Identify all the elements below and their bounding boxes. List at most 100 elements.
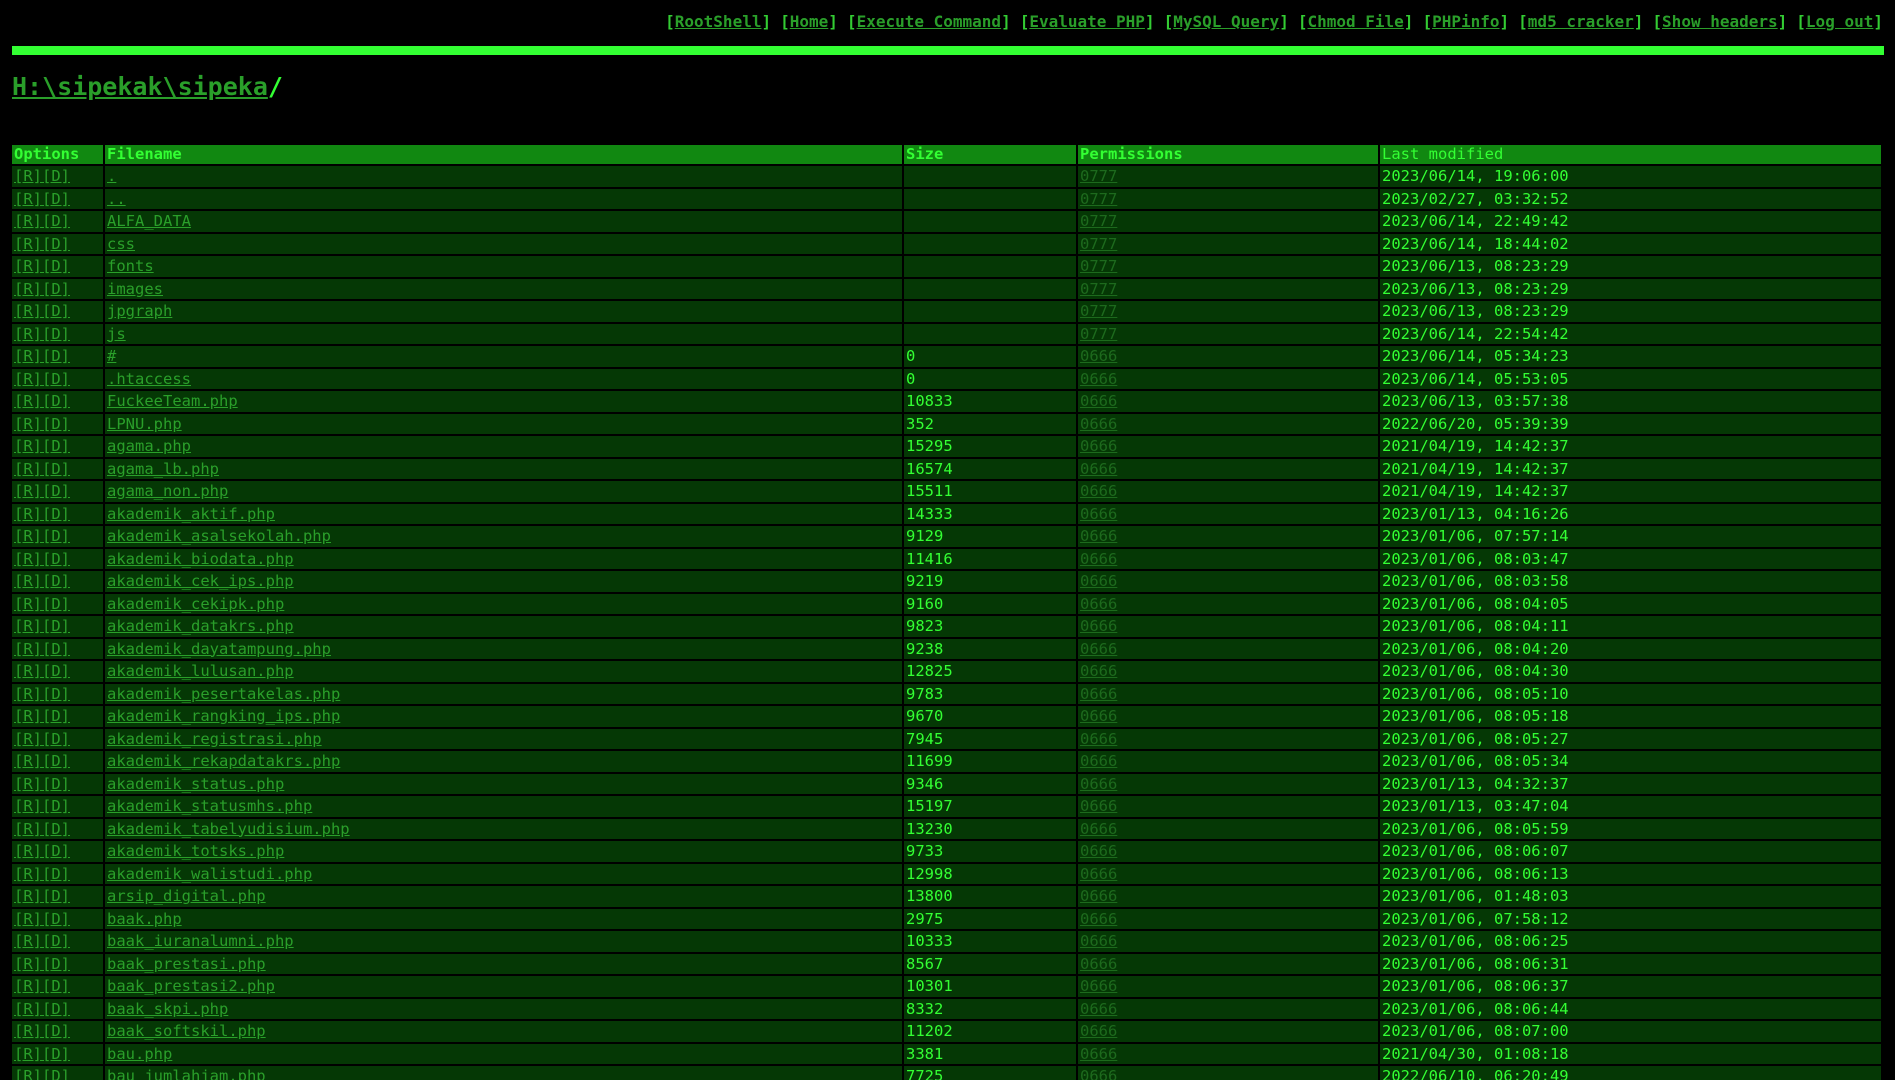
permissions-link[interactable]: 0666	[1080, 572, 1117, 590]
rename-delete-link[interactable]: [R][D]	[14, 977, 70, 995]
rename-delete-link[interactable]: [R][D]	[14, 1000, 70, 1018]
filename-link[interactable]: baak_iuranalumni.php	[107, 932, 294, 950]
permissions-link[interactable]: 0666	[1080, 932, 1117, 950]
permissions-link[interactable]: 0666	[1080, 617, 1117, 635]
rename-delete-link[interactable]: [R][D]	[14, 347, 70, 365]
rename-delete-link[interactable]: [R][D]	[14, 932, 70, 950]
rename-delete-link[interactable]: [R][D]	[14, 212, 70, 230]
permissions-link[interactable]: 0777	[1080, 235, 1117, 253]
nav-link-execute-command[interactable]: Execute Command	[857, 12, 1002, 31]
rename-delete-link[interactable]: [R][D]	[14, 415, 70, 433]
filename-link[interactable]: akademik_cek_ips.php	[107, 572, 294, 590]
filename-link[interactable]: baak.php	[107, 910, 182, 928]
rename-delete-link[interactable]: [R][D]	[14, 707, 70, 725]
rename-delete-link[interactable]: [R][D]	[14, 482, 70, 500]
permissions-link[interactable]: 0666	[1080, 415, 1117, 433]
nav-link-phpinfo[interactable]: PHPinfo	[1432, 12, 1499, 31]
filename-link[interactable]: css	[107, 235, 135, 253]
permissions-link[interactable]: 0777	[1080, 280, 1117, 298]
rename-delete-link[interactable]: [R][D]	[14, 437, 70, 455]
permissions-link[interactable]: 0666	[1080, 550, 1117, 568]
filename-link[interactable]: akademik_lulusan.php	[107, 662, 294, 680]
filename-link[interactable]: baak_skpi.php	[107, 1000, 228, 1018]
rename-delete-link[interactable]: [R][D]	[14, 190, 70, 208]
filename-link[interactable]: baak_prestasi2.php	[107, 977, 275, 995]
permissions-link[interactable]: 0666	[1080, 685, 1117, 703]
nav-link-chmod-file[interactable]: Chmod File	[1307, 12, 1403, 31]
permissions-link[interactable]: 0666	[1080, 752, 1117, 770]
permissions-link[interactable]: 0666	[1080, 730, 1117, 748]
permissions-link[interactable]: 0777	[1080, 302, 1117, 320]
permissions-link[interactable]: 0666	[1080, 662, 1117, 680]
filename-link[interactable]: akademik_rekapdatakrs.php	[107, 752, 340, 770]
nav-link-rootshell[interactable]: RootShell	[675, 12, 762, 31]
rename-delete-link[interactable]: [R][D]	[14, 392, 70, 410]
filename-link[interactable]: akademik_walistudi.php	[107, 865, 312, 883]
permissions-link[interactable]: 0666	[1080, 482, 1117, 500]
filename-link[interactable]: akademik_rangking_ips.php	[107, 707, 340, 725]
filename-link[interactable]: js	[107, 325, 126, 343]
permissions-link[interactable]: 0666	[1080, 955, 1117, 973]
permissions-link[interactable]: 0777	[1080, 257, 1117, 275]
rename-delete-link[interactable]: [R][D]	[14, 842, 70, 860]
filename-link[interactable]: jpgraph	[107, 302, 172, 320]
rename-delete-link[interactable]: [R][D]	[14, 685, 70, 703]
permissions-link[interactable]: 0666	[1080, 392, 1117, 410]
filename-link[interactable]: akademik_pesertakelas.php	[107, 685, 340, 703]
permissions-link[interactable]: 0666	[1080, 797, 1117, 815]
permissions-link[interactable]: 0666	[1080, 887, 1117, 905]
filename-link[interactable]: akademik_aktif.php	[107, 505, 275, 523]
permissions-link[interactable]: 0777	[1080, 190, 1117, 208]
filename-link[interactable]: akademik_dayatampung.php	[107, 640, 331, 658]
rename-delete-link[interactable]: [R][D]	[14, 820, 70, 838]
permissions-link[interactable]: 0666	[1080, 527, 1117, 545]
filename-link[interactable]: akademik_biodata.php	[107, 550, 294, 568]
filename-link[interactable]: agama_non.php	[107, 482, 228, 500]
permissions-link[interactable]: 0666	[1080, 640, 1117, 658]
filename-link[interactable]: FuckeeTeam.php	[107, 392, 238, 410]
permissions-link[interactable]: 0666	[1080, 1000, 1117, 1018]
filename-link[interactable]: akademik_statusmhs.php	[107, 797, 312, 815]
permissions-link[interactable]: 0666	[1080, 707, 1117, 725]
nav-link-mysql-query[interactable]: MySQL Query	[1173, 12, 1279, 31]
permissions-link[interactable]: 0666	[1080, 595, 1117, 613]
nav-link-home[interactable]: Home	[790, 12, 829, 31]
filename-link[interactable]: akademik_totsks.php	[107, 842, 284, 860]
rename-delete-link[interactable]: [R][D]	[14, 797, 70, 815]
rename-delete-link[interactable]: [R][D]	[14, 527, 70, 545]
rename-delete-link[interactable]: [R][D]	[14, 955, 70, 973]
permissions-link[interactable]: 0666	[1080, 977, 1117, 995]
permissions-link[interactable]: 0666	[1080, 370, 1117, 388]
filename-link[interactable]: bau_jumlahjam.php	[107, 1067, 266, 1080]
filename-link[interactable]: LPNU.php	[107, 415, 182, 433]
permissions-link[interactable]: 0666	[1080, 505, 1117, 523]
permissions-link[interactable]: 0666	[1080, 1022, 1117, 1040]
filename-link[interactable]: images	[107, 280, 163, 298]
permissions-link[interactable]: 0666	[1080, 460, 1117, 478]
filename-link[interactable]: akademik_registrasi.php	[107, 730, 322, 748]
filename-link[interactable]: ..	[107, 190, 126, 208]
permissions-link[interactable]: 0666	[1080, 347, 1117, 365]
rename-delete-link[interactable]: [R][D]	[14, 325, 70, 343]
filename-link[interactable]: ALFA_DATA	[107, 212, 191, 230]
permissions-link[interactable]: 0777	[1080, 212, 1117, 230]
permissions-link[interactable]: 0666	[1080, 865, 1117, 883]
filename-link[interactable]: akademik_tabelyudisium.php	[107, 820, 350, 838]
nav-link-show-headers[interactable]: Show headers	[1662, 12, 1778, 31]
permissions-link[interactable]: 0777	[1080, 167, 1117, 185]
permissions-link[interactable]: 0666	[1080, 820, 1117, 838]
filename-link[interactable]: akademik_datakrs.php	[107, 617, 294, 635]
rename-delete-link[interactable]: [R][D]	[14, 910, 70, 928]
rename-delete-link[interactable]: [R][D]	[14, 730, 70, 748]
filename-link[interactable]: .htaccess	[107, 370, 191, 388]
rename-delete-link[interactable]: [R][D]	[14, 640, 70, 658]
rename-delete-link[interactable]: [R][D]	[14, 505, 70, 523]
rename-delete-link[interactable]: [R][D]	[14, 1022, 70, 1040]
nav-link-md5-cracker[interactable]: md5 cracker	[1528, 12, 1634, 31]
rename-delete-link[interactable]: [R][D]	[14, 865, 70, 883]
filename-link[interactable]: akademik_cekipk.php	[107, 595, 284, 613]
nav-link-evaluate-php[interactable]: Evaluate PHP	[1029, 12, 1145, 31]
rename-delete-link[interactable]: [R][D]	[14, 775, 70, 793]
nav-link-log-out[interactable]: Log out	[1806, 12, 1873, 31]
rename-delete-link[interactable]: [R][D]	[14, 887, 70, 905]
